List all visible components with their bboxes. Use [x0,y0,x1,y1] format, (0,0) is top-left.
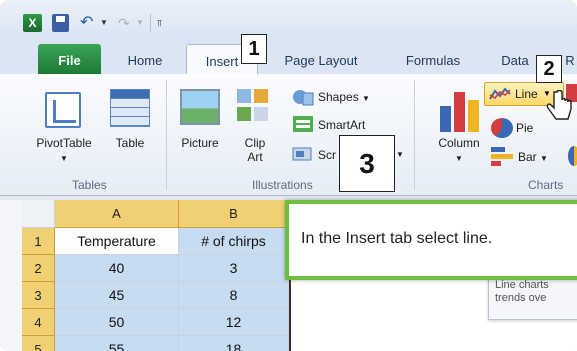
step-3-marker: 3 [339,135,395,192]
cell-a1[interactable]: Temperature [55,228,179,255]
bar-button-label: Bar [518,150,537,164]
table-cell[interactable]: 8 [179,282,289,309]
table-cell[interactable]: 45 [55,282,179,309]
row-header[interactable]: 4 [22,309,55,336]
table-cell[interactable]: 50 [55,309,179,336]
step-2-marker: 2 [536,55,562,83]
pie-button-label[interactable]: Pie [516,121,546,135]
line-chart-icon [489,87,511,100]
group-separator [414,80,415,190]
undo-dropdown-icon[interactable]: ▼ [100,14,108,32]
shapes-dropdown-icon: ▼ [362,94,370,103]
table-cell[interactable]: 40 [55,255,179,282]
tab-file[interactable]: File [38,44,101,74]
excel-app-icon[interactable]: X [23,14,42,32]
instruction-callout: In the Insert tab select line. [285,200,577,280]
column-button-label[interactable]: Column [424,136,494,150]
qat-separator [150,14,151,32]
excel-window: X ↶ ▼ ↷ ▼ ⫪ File Home Insert Page Layout… [0,0,577,351]
clipart-icon[interactable] [237,87,271,127]
other-chart-icon[interactable] [568,146,577,166]
cell-b1[interactable]: # of chirps [179,228,289,255]
column-header-b[interactable]: B [179,200,289,228]
column-chart-icon[interactable] [440,86,480,132]
tab-formulas[interactable]: Formulas [396,44,470,74]
redo-icon[interactable]: ↷ [118,14,134,32]
clipart-button-label[interactable]: Clip Art [238,136,272,164]
table-button-label[interactable]: Table [108,136,152,150]
table-cell[interactable]: 3 [179,255,289,282]
customize-qat-icon[interactable]: ⫪ [157,14,167,32]
pivottable-icon[interactable] [45,92,81,128]
tab-review[interactable]: R [560,44,577,74]
group-label-illustrations: Illustrations [252,178,313,192]
table-icon[interactable] [110,89,150,127]
row-header[interactable]: 1 [22,228,55,255]
step-1-marker: 1 [241,34,267,64]
row-header[interactable]: 3 [22,282,55,309]
smartart-button-label[interactable]: SmartArt [318,118,388,132]
screenshot-icon[interactable] [292,145,314,163]
row-header[interactable]: 2 [22,255,55,282]
line-chart-screentip: Line charts trends ove [488,276,577,320]
instruction-text: In the Insert tab select line. [301,230,493,247]
pivottable-button-label[interactable]: PivotTable [28,136,100,150]
group-separator [166,80,167,190]
bar-chart-icon[interactable] [491,146,515,166]
pivottable-dropdown-icon[interactable]: ▼ [57,152,71,166]
save-icon[interactable] [52,14,69,32]
tab-data[interactable]: Data [494,44,536,74]
screentip-line-1: Line charts [495,279,549,291]
line-button-label: Line [515,87,538,101]
redo-dropdown-icon[interactable]: ▼ [136,14,144,32]
table-cell[interactable]: 12 [179,309,289,336]
insert-ribbon: PivotTable ▼ Table Tables Picture Clip A… [0,74,577,196]
shapes-icon[interactable] [292,88,314,106]
bar-button[interactable]: Bar ▼ [518,150,558,166]
group-label-tables: Tables [72,178,107,192]
screentip-line-2: trends ove [495,292,547,304]
table-cell[interactable]: 55 [55,336,179,351]
bar-dropdown-icon: ▼ [540,154,548,163]
group-label-charts: Charts [528,178,564,192]
tab-page-layout[interactable]: Page Layout [272,44,370,74]
pie-chart-icon[interactable] [491,118,513,138]
tab-home[interactable]: Home [115,44,175,74]
ribbon-tabs: File Home Insert Page Layout Formulas Da… [0,44,577,74]
column-dropdown-icon[interactable]: ▼ [452,152,466,166]
title-bar: X ↶ ▼ ↷ ▼ ⫪ [0,0,577,44]
picture-icon[interactable] [180,89,220,125]
smartart-icon[interactable] [292,114,314,134]
picture-button-label[interactable]: Picture [174,136,226,150]
table-cell[interactable]: 18 [179,336,289,351]
undo-icon[interactable]: ↶ [80,14,98,32]
screenshot-dropdown-icon[interactable]: ▼ [396,148,404,162]
shapes-button[interactable]: Shapes ▼ [318,90,384,106]
shapes-label: Shapes [318,90,359,104]
hand-cursor-icon [546,90,572,120]
select-all-corner[interactable] [22,200,55,228]
column-header-a[interactable]: A [55,200,179,228]
row-header[interactable]: 5 [22,336,55,351]
